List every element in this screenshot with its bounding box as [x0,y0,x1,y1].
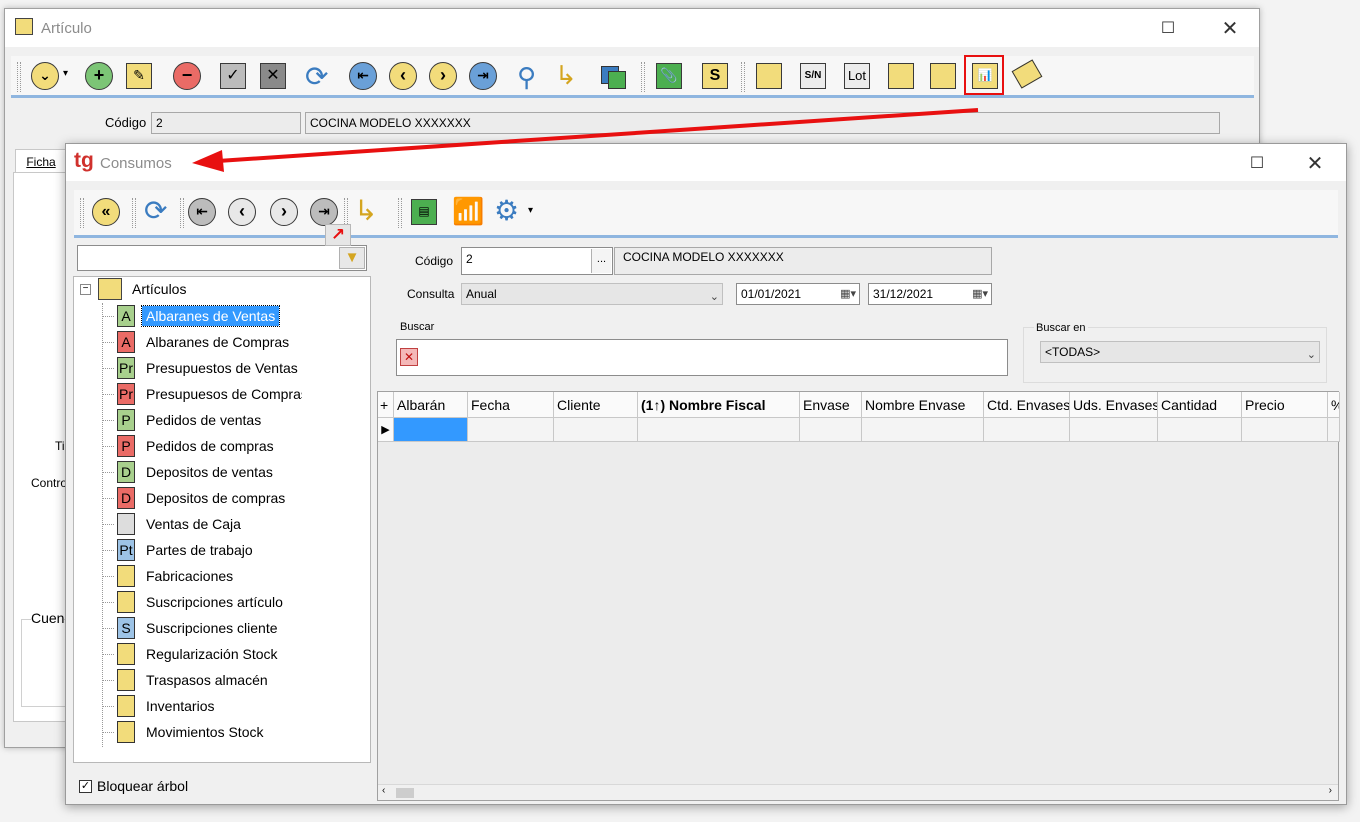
annotation-arrow [192,108,979,172]
annotation-arrow-head [192,150,224,172]
annotation-arrow-line [217,108,979,163]
